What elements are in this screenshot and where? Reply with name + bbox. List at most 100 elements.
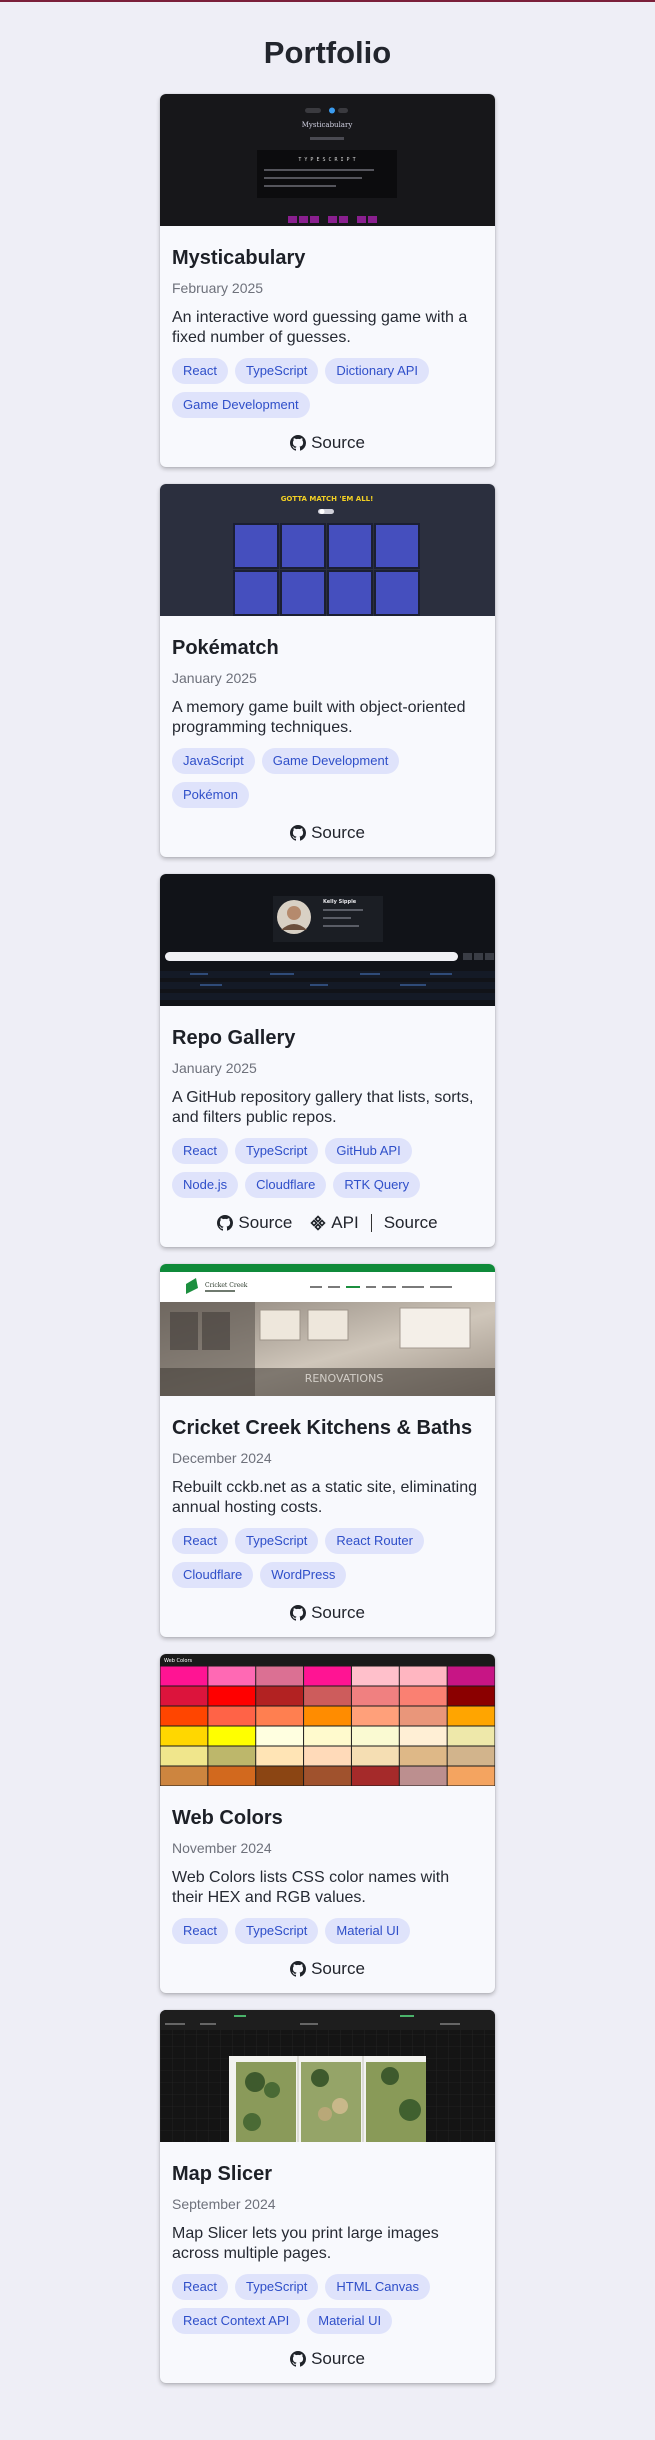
project-links: Source bbox=[172, 1603, 483, 1623]
color-swatch bbox=[208, 1766, 256, 1786]
project-thumbnail[interactable]: Web Colors bbox=[160, 1654, 495, 1786]
project-links: Source bbox=[172, 2349, 483, 2369]
tech-tag: Cloudflare bbox=[172, 1562, 254, 1588]
color-swatch bbox=[447, 1666, 495, 1686]
color-swatch bbox=[399, 1686, 447, 1706]
project-date: January 2025 bbox=[172, 670, 257, 686]
project-card: Web Colors Web Colors November 2024 Web … bbox=[160, 1654, 495, 1993]
color-swatch bbox=[160, 1766, 208, 1786]
color-swatch bbox=[256, 1666, 304, 1686]
source-link[interactable]: Source bbox=[290, 2349, 365, 2369]
project-description: A GitHub repository gallery that lists, … bbox=[172, 1089, 474, 1126]
project-card: Map Slicer September 2024 Map Slicer let… bbox=[160, 2010, 495, 2383]
project-thumbnail[interactable]: Mysticabulary T Y P E S C R I P T bbox=[160, 94, 495, 226]
tag-list: React TypeScript React Router Cloudflare… bbox=[172, 1528, 483, 1588]
tag-list: JavaScript Game Development Pokémon bbox=[172, 748, 483, 808]
tech-tag: React bbox=[172, 1528, 228, 1554]
source-link[interactable]: Source bbox=[290, 1603, 365, 1623]
color-swatch bbox=[304, 1666, 351, 1686]
tech-tag: TypeScript bbox=[234, 1918, 319, 1944]
color-swatch bbox=[447, 1686, 495, 1706]
color-swatch bbox=[256, 1746, 304, 1766]
project-title: Mysticabulary bbox=[172, 247, 306, 269]
github-icon bbox=[290, 2351, 307, 2367]
tech-tag: GitHub API bbox=[325, 1138, 412, 1164]
color-swatch bbox=[399, 1726, 447, 1746]
source-link-label: Source bbox=[311, 823, 365, 842]
project-links: Source API Source bbox=[172, 1213, 483, 1233]
project-description: Web Colors lists CSS color names with th… bbox=[172, 1869, 450, 1906]
tag-list: React TypeScript Material UI bbox=[172, 1918, 483, 1944]
source-link-label: Source bbox=[311, 2349, 365, 2368]
color-swatch bbox=[160, 1666, 208, 1686]
color-swatch bbox=[351, 1686, 399, 1706]
tech-tag: Material UI bbox=[325, 1918, 411, 1944]
color-swatch bbox=[399, 1766, 447, 1786]
color-swatch bbox=[351, 1726, 399, 1746]
project-thumbnail[interactable]: Kelly Sipple bbox=[160, 874, 495, 1006]
tech-tag: React Router bbox=[325, 1528, 424, 1554]
tag-list: React TypeScript GitHub API Node.js Clou… bbox=[172, 1138, 483, 1198]
color-swatch bbox=[399, 1746, 447, 1766]
source-link[interactable]: Source bbox=[290, 823, 365, 843]
project-title: Web Colors bbox=[172, 1807, 283, 1829]
pokematch-screenshot: GOTTA MATCH 'EM ALL! bbox=[160, 484, 495, 616]
color-swatch bbox=[208, 1686, 256, 1706]
project-thumbnail[interactable]: Cricket Creek RENOVATIONS bbox=[160, 1264, 495, 1396]
color-swatch bbox=[208, 1746, 256, 1766]
project-description: An interactive word guessing game with a… bbox=[172, 309, 468, 346]
color-swatch bbox=[447, 1766, 495, 1786]
mysticabulary-screenshot: Mysticabulary T Y P E S C R I P T bbox=[160, 94, 495, 226]
svg-text:T Y P E S C R I P T: T Y P E S C R I P T bbox=[298, 157, 355, 163]
color-swatch bbox=[256, 1706, 304, 1726]
project-card: GOTTA MATCH 'EM ALL! Pokématch January 2… bbox=[160, 484, 495, 857]
web-colors-screenshot: Web Colors bbox=[160, 1654, 495, 1786]
project-description: A memory game built with object-oriented… bbox=[172, 699, 466, 736]
color-swatch bbox=[160, 1706, 208, 1726]
projects-list: Mysticabulary T Y P E S C R I P T Mystic… bbox=[0, 94, 655, 2383]
source-link[interactable]: Source bbox=[290, 433, 365, 453]
svg-text:Web Colors: Web Colors bbox=[164, 1658, 193, 1664]
project-thumbnail[interactable] bbox=[160, 2010, 495, 2142]
svg-text:Kelly Sipple: Kelly Sipple bbox=[323, 899, 357, 905]
svg-text:Cricket Creek: Cricket Creek bbox=[205, 1282, 248, 1289]
source-link-label: Source bbox=[311, 1959, 365, 1978]
color-swatch bbox=[160, 1746, 208, 1766]
project-thumbnail[interactable]: GOTTA MATCH 'EM ALL! bbox=[160, 484, 495, 616]
project-title: Map Slicer bbox=[172, 2163, 273, 2185]
source-link-label: Source bbox=[238, 1213, 293, 1232]
github-icon bbox=[217, 1215, 234, 1231]
color-swatch bbox=[304, 1706, 351, 1726]
source-link[interactable]: Source bbox=[290, 1959, 365, 1979]
svg-text:RENOVATIONS: RENOVATIONS bbox=[305, 1372, 384, 1385]
project-title: Pokématch bbox=[172, 637, 279, 659]
color-swatch bbox=[447, 1706, 495, 1726]
project-links: Source bbox=[172, 433, 483, 453]
source-link[interactable]: Source bbox=[217, 1213, 292, 1233]
tech-tag: React bbox=[172, 1918, 228, 1944]
color-swatch bbox=[208, 1726, 256, 1746]
api-source-link[interactable]: API bbox=[310, 1213, 359, 1233]
repo-gallery-screenshot: Kelly Sipple bbox=[160, 874, 495, 1006]
project-description: Rebuilt cckb.net as a static site, elimi… bbox=[172, 1479, 478, 1516]
color-swatch bbox=[208, 1706, 256, 1726]
tech-tag: Material UI bbox=[307, 2308, 393, 2334]
page-title: Portfolio bbox=[263, 35, 392, 70]
project-description: Map Slicer lets you print large images a… bbox=[172, 2225, 439, 2262]
color-swatch bbox=[399, 1706, 447, 1726]
tech-tag: TypeScript bbox=[234, 1528, 319, 1554]
tech-tag: HTML Canvas bbox=[325, 2274, 430, 2300]
color-swatch bbox=[304, 1726, 351, 1746]
color-swatch bbox=[304, 1686, 351, 1706]
tech-tag: React Context API bbox=[172, 2308, 301, 2334]
color-swatch bbox=[399, 1666, 447, 1686]
project-links: Source bbox=[172, 823, 483, 843]
github-icon bbox=[290, 825, 307, 841]
api-icon bbox=[310, 1215, 326, 1231]
api-source-text-link[interactable]: Source bbox=[384, 1213, 438, 1233]
color-swatch bbox=[351, 1766, 399, 1786]
api-link-label: API bbox=[331, 1213, 359, 1232]
color-swatch bbox=[351, 1706, 399, 1726]
tech-tag: Node.js bbox=[172, 1172, 239, 1198]
color-swatch bbox=[160, 1726, 208, 1746]
